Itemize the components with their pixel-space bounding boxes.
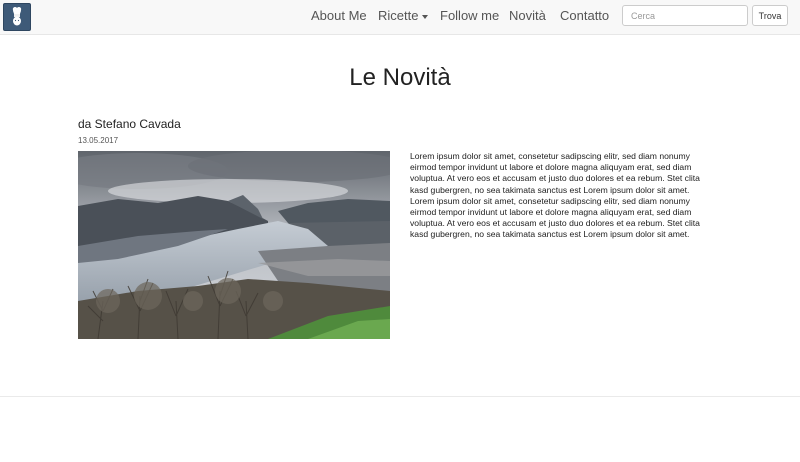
nav-follow-me[interactable]: Follow me (440, 8, 499, 23)
lake-mountain-photo (78, 151, 390, 339)
footer-divider (0, 396, 800, 397)
page-title: Le Novità (349, 64, 451, 91)
chef-logo-icon[interactable] (3, 3, 31, 31)
post-date: 13.05.2017 (78, 136, 119, 145)
search-input[interactable] (622, 5, 748, 26)
nav-contatto[interactable]: Contatto (560, 8, 609, 23)
post-author: da Stefano Cavada (78, 117, 181, 131)
post-body-text: Lorem ipsum dolor sit amet, consetetur s… (410, 151, 700, 240)
caret-down-icon (422, 14, 429, 19)
nav-ricette-label: Ricette (378, 8, 419, 23)
nav-novita[interactable]: Novità (509, 8, 546, 23)
nav-ricette-dropdown[interactable]: Ricette (378, 8, 429, 23)
navbar: About Me Ricette Follow me Novità Contat… (0, 0, 800, 35)
nav-about-me[interactable]: About Me (311, 8, 367, 23)
search-button[interactable]: Trova (752, 5, 788, 26)
